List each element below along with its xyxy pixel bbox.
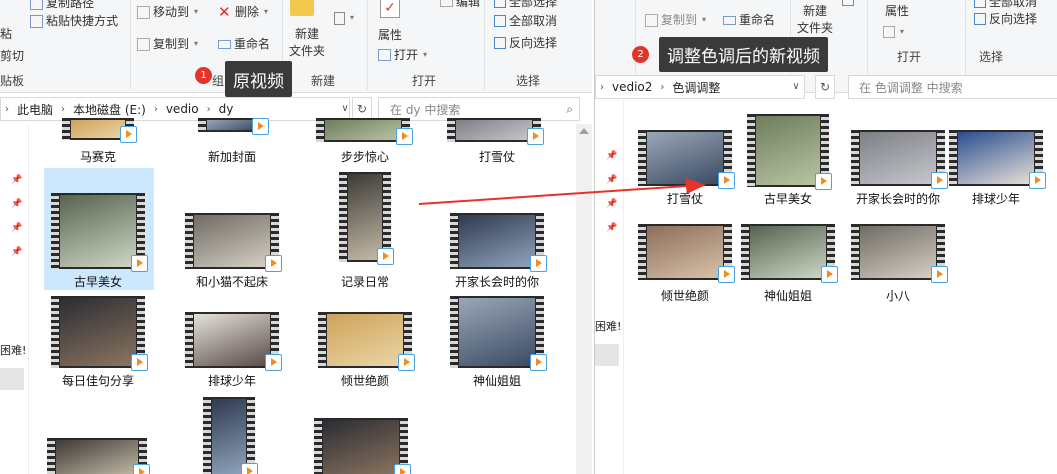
red-arrow-overlay	[418, 178, 706, 205]
arrow-line	[418, 178, 706, 205]
